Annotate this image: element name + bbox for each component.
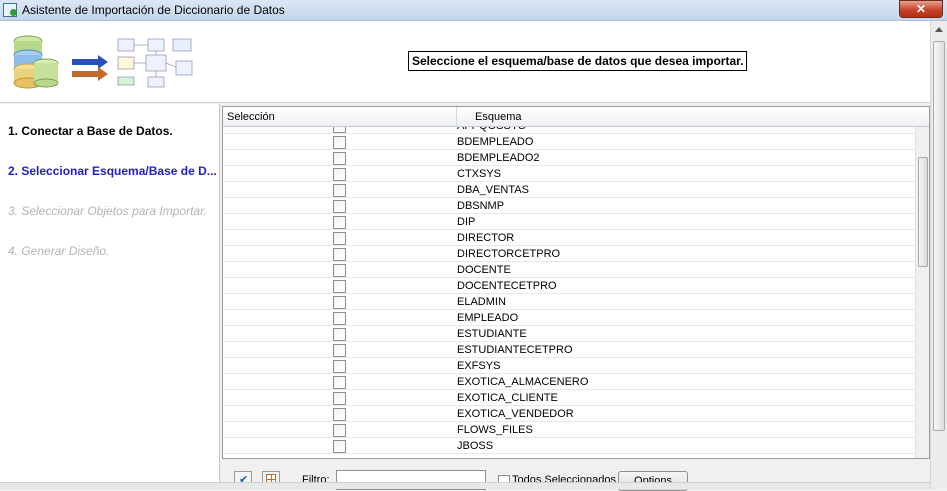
table-row[interactable]: EMPLEADO xyxy=(223,310,915,326)
table-row[interactable]: EXOTICA_CLIENTE xyxy=(223,390,915,406)
schema-name: CTXSYS xyxy=(457,168,502,180)
table-row[interactable]: DIRECTORCETPRO xyxy=(223,246,915,262)
schema-name: ELADMIN xyxy=(457,296,506,308)
row-checkbox[interactable] xyxy=(333,248,346,261)
row-checkbox[interactable] xyxy=(333,184,346,197)
wizard-header: Seleccione el esquema/base de datos que … xyxy=(0,21,930,103)
row-checkbox[interactable] xyxy=(333,168,346,181)
schema-name: EXOTICA_ALMACENERO xyxy=(457,376,589,388)
wizard-window: Asistente de Importación de Diccionario … xyxy=(0,0,947,491)
table-row[interactable]: DBSNMP xyxy=(223,198,915,214)
schema-name: EXFSYS xyxy=(457,360,501,372)
step-generate-design: 4. Generar Diseño. xyxy=(8,244,110,258)
table-row[interactable]: FLOWS_FILES xyxy=(223,422,915,438)
schema-name: DOCENTECETPRO xyxy=(457,280,557,292)
schema-name: DBSNMP xyxy=(457,200,505,212)
schema-name: EXOTICA_VENDEDOR xyxy=(457,408,574,420)
schema-name: ESTUDIANTE xyxy=(457,328,527,340)
grid-rows: APPQOSSYS BDEMPLEADO BDEMPLEADO2 CTXSYS DBA_… xyxy=(223,127,915,458)
title-bar: Asistente de Importación de Diccionario … xyxy=(0,0,947,21)
table-row[interactable]: DOCENTECETPRO xyxy=(223,278,915,294)
table-row[interactable]: DBA_VENTAS xyxy=(223,182,915,198)
step-connect[interactable]: 1. Conectar a Base de Datos. xyxy=(8,124,173,138)
diagram-icon xyxy=(117,38,193,88)
grid-rows-inner: APPQOSSYS BDEMPLEADO BDEMPLEADO2 CTXSYS DBA_… xyxy=(223,127,915,454)
schema-name: DIP xyxy=(457,216,476,228)
row-checkbox[interactable] xyxy=(333,344,346,357)
table-row[interactable]: EXFSYS xyxy=(223,358,915,374)
database-icon xyxy=(13,35,59,89)
row-checkbox[interactable] xyxy=(333,216,346,229)
row-checkbox[interactable] xyxy=(333,376,346,389)
schema-name: APPQOSSYS xyxy=(457,127,525,132)
step-select-objects: 3. Seleccionar Objetos para Importar. xyxy=(8,204,207,218)
schema-name: FLOWS_FILES xyxy=(457,424,533,436)
schema-name: DOCENTE xyxy=(457,264,511,276)
window-scroll-thumb[interactable] xyxy=(933,41,945,431)
table-row[interactable]: EXOTICA_ALMACENERO xyxy=(223,374,915,390)
grid-scroll-thumb[interactable] xyxy=(918,157,928,267)
schema-name: ESTUDIANTECETPRO xyxy=(457,344,573,356)
column-header-schema[interactable]: Esquema xyxy=(475,111,521,123)
schema-name: BDEMPLEADO2 xyxy=(457,152,540,164)
row-checkbox[interactable] xyxy=(333,328,346,341)
row-checkbox[interactable] xyxy=(333,136,346,149)
row-checkbox[interactable] xyxy=(333,392,346,405)
row-checkbox[interactable] xyxy=(333,280,346,293)
grid-header: Selección Esquema xyxy=(223,107,929,127)
row-checkbox[interactable] xyxy=(333,200,346,213)
schema-name: EMPLEADO xyxy=(457,312,519,324)
row-checkbox[interactable] xyxy=(333,408,346,421)
schema-name: JBOSS xyxy=(457,440,494,452)
table-row[interactable]: ELADMIN xyxy=(223,294,915,310)
row-checkbox[interactable] xyxy=(333,424,346,437)
instruction-text: Seleccione el esquema/base de datos que … xyxy=(408,51,748,71)
schema-name: EXOTICA_CLIENTE xyxy=(457,392,558,404)
schema-name: DBA_VENTAS xyxy=(457,184,529,196)
schema-name: DIRECTORCETPRO xyxy=(457,248,561,260)
table-row[interactable]: DOCENTE xyxy=(223,262,915,278)
table-row[interactable]: APPQOSSYS xyxy=(223,127,915,134)
wizard-steps-panel: 1. Conectar a Base de Datos. 2. Seleccio… xyxy=(0,104,220,489)
database-import-graphic xyxy=(13,35,193,89)
row-checkbox[interactable] xyxy=(333,232,346,245)
step-select-schema[interactable]: 2. Seleccionar Esquema/Base de D... xyxy=(8,164,217,178)
table-row[interactable]: JBOSS xyxy=(223,438,915,454)
row-checkbox[interactable] xyxy=(333,360,346,373)
row-checkbox[interactable] xyxy=(333,312,346,325)
scroll-up-icon[interactable] xyxy=(935,27,943,32)
table-row[interactable]: BDEMPLEADO2 xyxy=(223,150,915,166)
schema-grid: Selección Esquema APPQOSSYS BDEMPLEADO BDE… xyxy=(222,106,930,459)
table-row[interactable]: CTXSYS xyxy=(223,166,915,182)
grid-scrollbar[interactable] xyxy=(915,127,929,458)
app-icon xyxy=(3,3,17,17)
schema-name: BDEMPLEADO xyxy=(457,136,534,148)
column-header-selection[interactable]: Selección xyxy=(227,111,275,123)
column-divider[interactable] xyxy=(456,107,457,127)
table-row[interactable]: ESTUDIANTE xyxy=(223,326,915,342)
row-checkbox[interactable] xyxy=(333,440,346,453)
row-checkbox[interactable] xyxy=(333,152,346,165)
window-scrollbar[interactable] xyxy=(930,21,947,489)
row-checkbox[interactable] xyxy=(333,127,346,133)
table-row[interactable]: EXOTICA_VENDEDOR xyxy=(223,406,915,422)
row-checkbox[interactable] xyxy=(333,296,346,309)
table-row[interactable]: DIP xyxy=(223,214,915,230)
close-button[interactable]: ✕ xyxy=(899,0,943,18)
window-title: Asistente de Importación de Diccionario … xyxy=(22,3,285,17)
horizontal-scrollbar[interactable] xyxy=(0,482,930,489)
table-row[interactable]: DIRECTOR xyxy=(223,230,915,246)
schema-name: DIRECTOR xyxy=(457,232,515,244)
table-row[interactable]: ESTUDIANTECETPRO xyxy=(223,342,915,358)
table-row[interactable]: BDEMPLEADO xyxy=(223,134,915,150)
row-checkbox[interactable] xyxy=(333,264,346,277)
arrow-icon xyxy=(72,55,108,81)
